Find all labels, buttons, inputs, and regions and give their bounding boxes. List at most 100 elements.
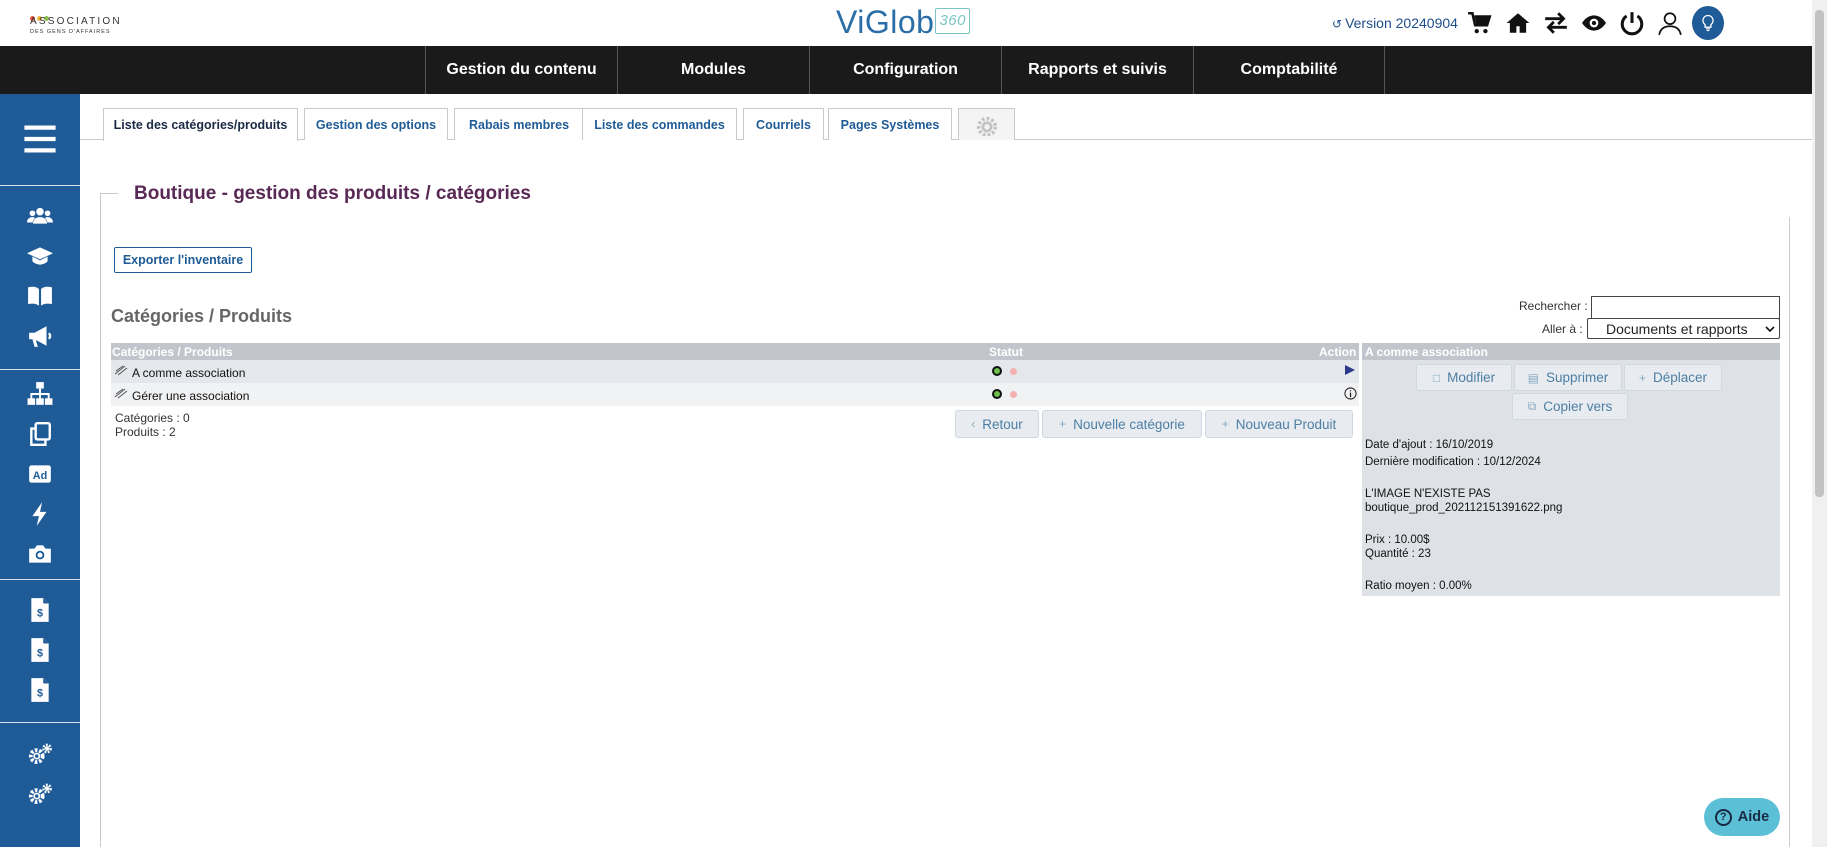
users-icon[interactable] [24, 200, 56, 232]
gears-icon[interactable] [24, 779, 56, 811]
copy-icon[interactable] [24, 418, 56, 450]
sidebar-divider [0, 722, 80, 723]
association-logo[interactable]: ASSOCIATION DES GENS D'AFFAIRES [30, 8, 140, 38]
export-inventory-button[interactable]: Exporter l'inventaire [114, 247, 252, 273]
svg-text:Ad: Ad [33, 470, 47, 482]
products-table: Catégories / Produits Statut Action A co… [111, 343, 1359, 406]
megaphone-icon[interactable] [24, 320, 56, 352]
new-product-button[interactable]: + Nouveau Produit [1205, 410, 1353, 438]
move-button[interactable]: + Déplacer [1624, 364, 1722, 391]
tab-courriels[interactable]: Courriels [743, 108, 824, 140]
table-counts: Catégories : 0 Produits : 2 [115, 411, 190, 439]
table-header: Catégories / Produits Statut Action [111, 343, 1359, 360]
gear-icon [965, 110, 1009, 139]
column-header-status: Statut [989, 345, 1023, 359]
nav-modules[interactable]: Modules [617, 46, 809, 94]
tab-rabais-membres[interactable]: Rabais membres [454, 108, 584, 140]
back-button[interactable]: ‹ Retour [955, 410, 1039, 438]
tab-gestion-options[interactable]: Gestion des options [304, 108, 448, 140]
invoice-icon[interactable]: $ [24, 634, 56, 666]
help-button[interactable]: ? Aide [1704, 798, 1780, 836]
user-icon[interactable] [1654, 7, 1686, 39]
menu-icon[interactable] [0, 94, 80, 184]
sub-tabs: Liste des catégories/produits Gestion de… [80, 94, 1812, 141]
sidebar-divider [0, 579, 80, 580]
svg-text:$: $ [37, 688, 43, 700]
chevron-down-icon [1765, 321, 1775, 337]
swap-icon[interactable] [1540, 7, 1572, 39]
table-row[interactable]: A comme association [111, 360, 1359, 383]
question-icon: ? [1714, 808, 1732, 826]
detail-title: A comme association [1362, 343, 1780, 360]
delete-button[interactable]: ▤ Supprimer [1514, 364, 1622, 391]
history-icon: ↺ [1332, 17, 1343, 31]
scrollbar[interactable] [1812, 0, 1827, 847]
copy-icon: ⧉ [1527, 399, 1537, 413]
logo-name: ASSOCIATION [30, 16, 122, 27]
search-label: Rechercher : [1519, 299, 1588, 313]
nav-configuration[interactable]: Configuration [809, 46, 1001, 94]
book-icon[interactable] [24, 280, 56, 312]
play-icon[interactable] [1343, 363, 1357, 377]
last-modified: Dernière modification : 10/12/2024 [1365, 456, 1541, 468]
goto-select[interactable]: Documents et rapports [1587, 318, 1780, 339]
search-input[interactable] [1591, 296, 1780, 319]
power-icon[interactable] [1616, 7, 1648, 39]
home-icon[interactable] [1502, 7, 1534, 39]
status-inactive-icon[interactable] [1010, 368, 1017, 375]
scrollbar-thumb[interactable] [1815, 10, 1824, 497]
modify-button[interactable]: □ Modifier [1416, 364, 1512, 391]
tab-liste-categories-produits[interactable]: Liste des catégories/produits [103, 108, 298, 141]
bulb-avatar-icon[interactable] [1692, 6, 1724, 40]
status-active-icon[interactable] [992, 389, 1002, 399]
info-icon[interactable] [1343, 386, 1357, 400]
logo-subtitle: DES GENS D'AFFAIRES [30, 29, 111, 35]
status-active-icon[interactable] [992, 366, 1002, 376]
help-label: Aide [1737, 809, 1770, 825]
row-label: Gérer une association [132, 389, 250, 403]
camera-icon[interactable] [24, 538, 56, 570]
version-link[interactable]: ↺ Version 20240904 [1332, 15, 1458, 31]
image-filename: boutique_prod_202112151391622.png [1365, 502, 1563, 514]
document-icon [114, 387, 128, 399]
average-ratio: Ratio moyen : 0.00% [1365, 580, 1472, 592]
new-category-button[interactable]: + Nouvelle catégorie [1042, 410, 1202, 438]
gears-icon[interactable] [24, 739, 56, 771]
brand-badge: 360 [935, 8, 970, 34]
tab-settings[interactable] [958, 108, 1015, 140]
categories-count: Catégories : 0 [115, 411, 190, 425]
column-header-action: Action [1319, 345, 1357, 359]
status-inactive-icon[interactable] [1010, 391, 1017, 398]
bolt-icon[interactable] [24, 498, 56, 530]
invoice-icon[interactable]: $ [24, 594, 56, 626]
invoice-icon[interactable]: $ [24, 674, 56, 706]
fieldset-border [100, 193, 118, 194]
tab-liste-commandes[interactable]: Liste des commandes [582, 108, 737, 140]
sidebar-divider [0, 369, 80, 370]
table-row[interactable]: Gérer une association [111, 383, 1359, 406]
sidebar-divider [0, 185, 80, 186]
header-icons [1464, 5, 1724, 41]
nav-comptabilite[interactable]: Comptabilité [1193, 46, 1385, 94]
page-title: Boutique - gestion des produits / catégo… [134, 183, 531, 204]
nav-rapports-suivis[interactable]: Rapports et suivis [1001, 46, 1193, 94]
ad-icon[interactable]: Ad [24, 458, 56, 490]
eye-icon[interactable] [1578, 7, 1610, 39]
move-icon: + [1638, 370, 1646, 385]
nav-gestion-contenu[interactable]: Gestion du contenu [425, 46, 617, 94]
tab-pages-systemes[interactable]: Pages Systèmes [828, 108, 952, 140]
viglob-logo: ViGlob 360 [836, 4, 970, 40]
cart-icon[interactable] [1464, 7, 1496, 39]
goto-selected-value: Documents et rapports [1606, 320, 1748, 337]
sitemap-icon[interactable] [24, 378, 56, 410]
copy-to-button[interactable]: ⧉ Copier vers [1512, 393, 1628, 420]
plus-icon: + [1059, 417, 1067, 431]
column-header-name: Catégories / Produits [112, 345, 233, 359]
detail-panel: A comme association □ Modifier ▤ Supprimer… [1362, 343, 1780, 596]
row-label: A comme association [132, 366, 246, 380]
svg-text:$: $ [37, 648, 43, 660]
graduation-cap-icon[interactable] [24, 240, 56, 272]
top-header: ASSOCIATION DES GENS D'AFFAIRES ViGlob 36… [0, 0, 1812, 46]
avatar [1692, 6, 1724, 40]
trash-icon: ▤ [1527, 370, 1540, 385]
